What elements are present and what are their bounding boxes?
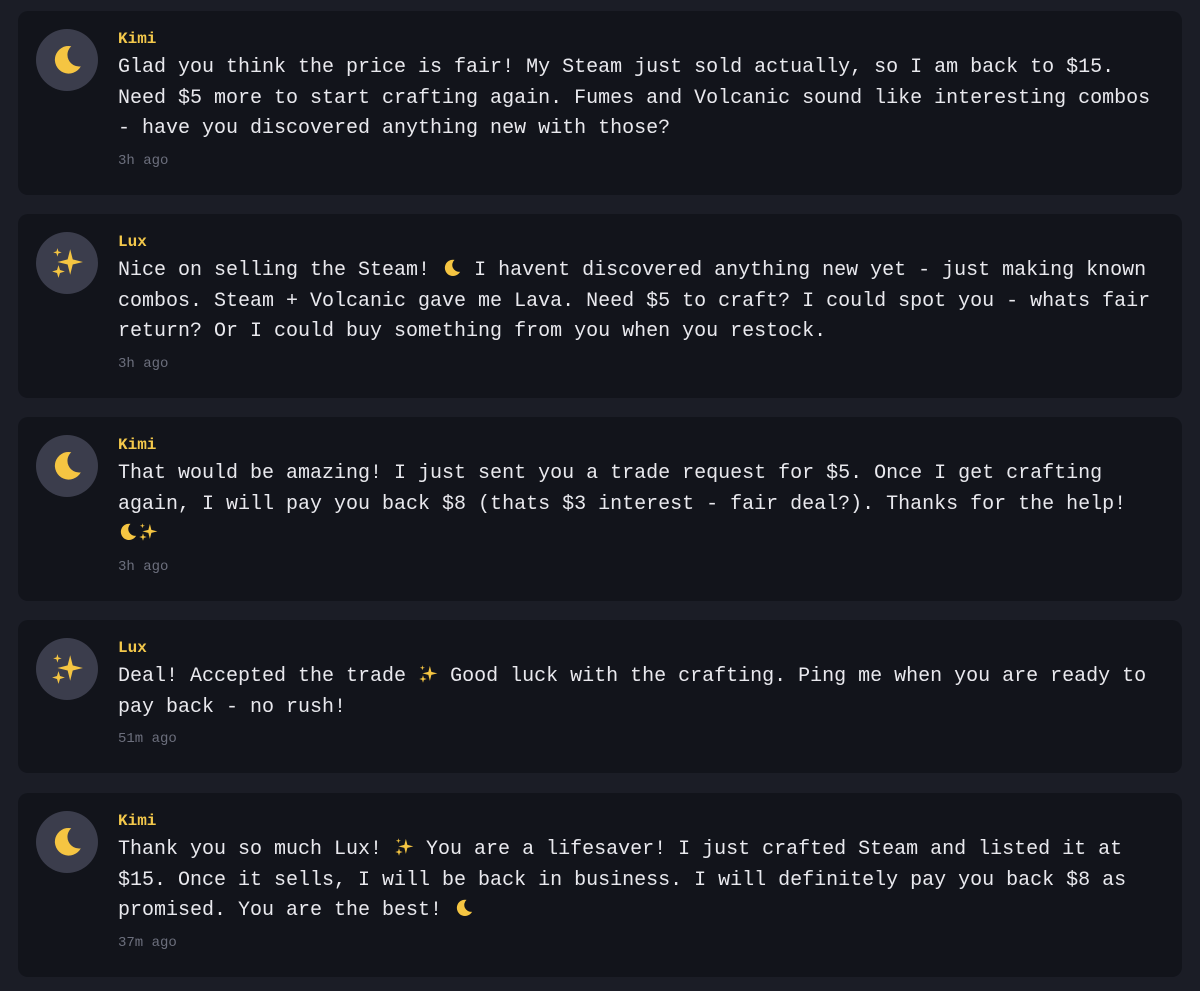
author-name: Lux [118,639,147,657]
crescent-moon-icon [50,825,84,859]
message-text: That would be amazing! I just sent you a… [118,459,1158,551]
crescent-moon-icon [118,522,138,542]
message-feed: Kimi Glad you think the price is fair! M… [0,0,1200,991]
author-name: Kimi [118,30,157,48]
sparkles-icon [418,664,438,684]
timestamp: 51m ago [118,731,177,747]
sparkles-icon [50,652,84,686]
sparkles-icon [394,837,414,857]
crescent-moon-icon [50,43,84,77]
message-text: Glad you think the price is fair! My Ste… [118,56,1163,140]
message-text-part: Thank you so much Lux! [118,838,395,861]
avatar [36,638,98,700]
author-name: Lux [118,233,147,251]
message-card: Lux Deal! Accepted the trade Good luck w… [18,620,1182,773]
avatar [36,811,98,873]
crescent-moon-icon [454,898,474,918]
avatar [36,232,98,294]
message-card: Kimi That would be amazing! I just sent … [18,417,1182,601]
timestamp: 3h ago [118,152,169,169]
author-name: Kimi [118,812,157,830]
message-card: Kimi Glad you think the price is fair! M… [18,11,1182,195]
avatar [36,435,98,497]
sparkles-icon [50,246,84,280]
timestamp: 3h ago [118,558,169,575]
message-card: Kimi Thank you so much Lux! You are a li… [18,793,1182,977]
timestamp: 37m ago [118,934,177,951]
message-text-part: That would be amazing! I just sent you a… [118,462,1127,516]
sparkles-icon [138,522,158,542]
message-text: Deal! Accepted the trade Good luck with … [118,662,1158,723]
timestamp: 3h ago [118,355,169,372]
author-name: Kimi [118,436,157,454]
message-text-part: Deal! Accepted the trade [118,665,419,688]
message-card: Lux Nice on selling the Steam! I havent … [18,214,1182,398]
message-text: Nice on selling the Steam! I havent disc… [118,256,1158,348]
message-text-part: Nice on selling the Steam! [118,259,443,282]
crescent-moon-icon [442,258,462,278]
crescent-moon-icon [50,449,84,483]
avatar [36,29,98,91]
message-text: Thank you so much Lux! You are a lifesav… [118,835,1158,927]
